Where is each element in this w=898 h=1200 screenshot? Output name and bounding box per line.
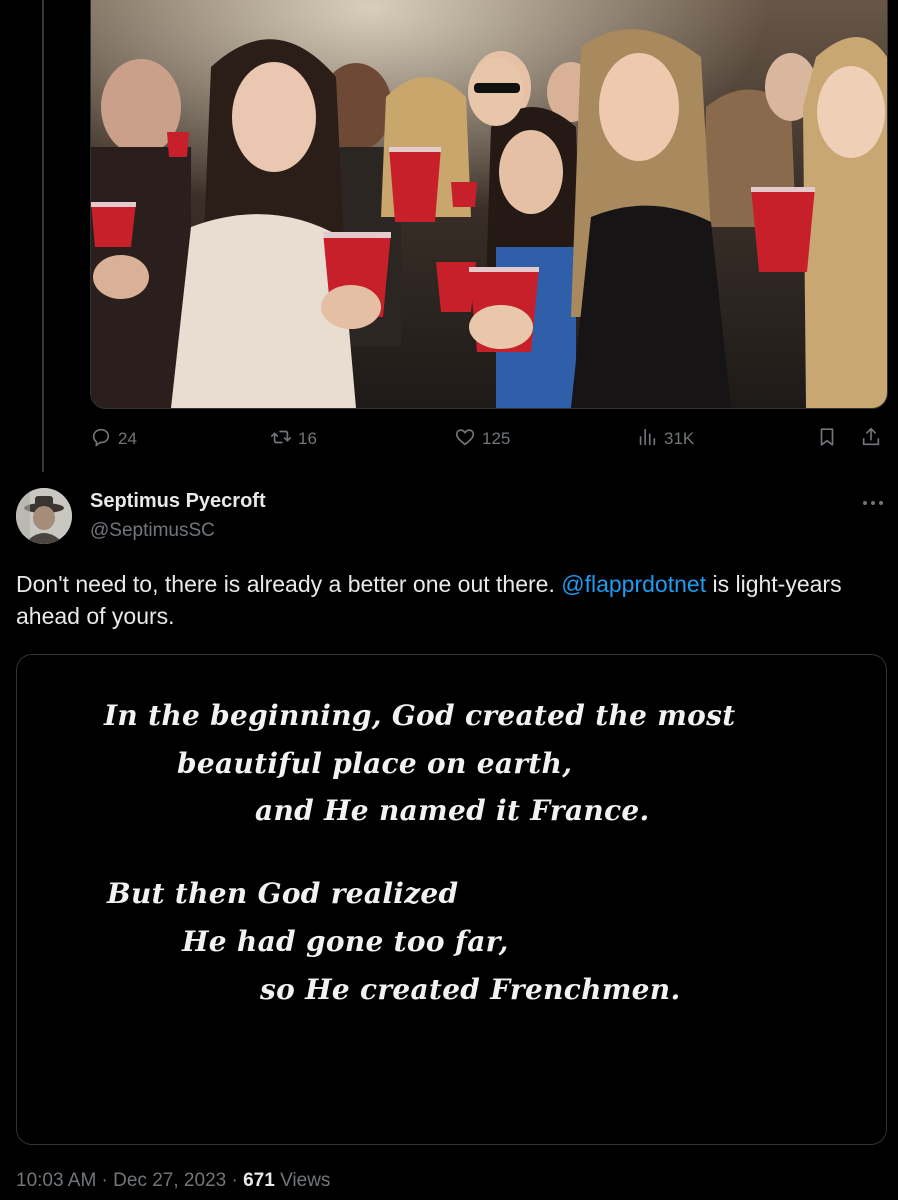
avatar-image — [16, 488, 72, 544]
views-count: 31K — [664, 429, 695, 448]
thread-connector-line — [42, 0, 44, 472]
views-chart-icon — [636, 426, 658, 453]
tweet-image-quote[interactable]: In the beginning, God created the most b… — [16, 654, 887, 1145]
author-handle[interactable]: @SeptimusSC — [90, 520, 215, 542]
reply-button[interactable]: 24 — [90, 424, 137, 454]
bookmark-icon — [816, 426, 838, 453]
tweet-meta-row: 10:03 AM · Dec 27, 2023 · 671 Views — [16, 1170, 330, 1192]
reply-count: 24 — [118, 429, 137, 448]
more-options-button[interactable] — [858, 490, 888, 514]
author-avatar[interactable] — [16, 488, 72, 544]
mention-link[interactable]: @flapprdotnet — [561, 571, 706, 597]
author-name[interactable]: Septimus Pyecroft — [90, 490, 266, 513]
quote-line-1: In the beginning, God created the most — [104, 699, 736, 732]
retweet-count: 16 — [298, 429, 317, 448]
tweet-media-photo[interactable] — [90, 0, 888, 409]
tweet-action-bar: 24 16 125 31K — [90, 424, 886, 454]
heart-icon — [454, 426, 476, 453]
quote-line-2: beautiful place on earth, — [177, 747, 573, 780]
like-count: 125 — [482, 429, 511, 448]
retweet-icon — [270, 426, 292, 453]
tweet-views-count[interactable]: 671 — [243, 1170, 275, 1191]
tweet-date[interactable]: Dec 27, 2023 — [113, 1170, 226, 1191]
views-button[interactable]: 31K — [636, 424, 694, 454]
quote-line-4: But then God realized — [107, 877, 459, 910]
meta-separator: · — [96, 1170, 114, 1191]
tweet-text-before: Don't need to, there is already a better… — [16, 571, 562, 597]
quote-line-6: so He created Frenchmen. — [260, 973, 681, 1006]
like-button[interactable]: 125 — [454, 424, 510, 454]
share-icon — [860, 426, 882, 453]
tweet-views-label: Views — [274, 1170, 331, 1191]
reply-icon — [90, 426, 112, 453]
tweet-time[interactable]: 10:03 AM — [16, 1170, 96, 1191]
meta-separator: · — [226, 1170, 244, 1191]
share-button[interactable] — [860, 424, 882, 454]
quote-line-5: He had gone too far, — [182, 925, 509, 958]
tweet-text: Don't need to, there is already a better… — [16, 568, 882, 632]
more-dots-icon — [862, 493, 884, 511]
bookmark-button[interactable] — [816, 424, 838, 454]
quote-line-3: and He named it France. — [255, 794, 650, 827]
party-photo-illustration — [91, 0, 887, 408]
retweet-button[interactable]: 16 — [270, 424, 317, 454]
